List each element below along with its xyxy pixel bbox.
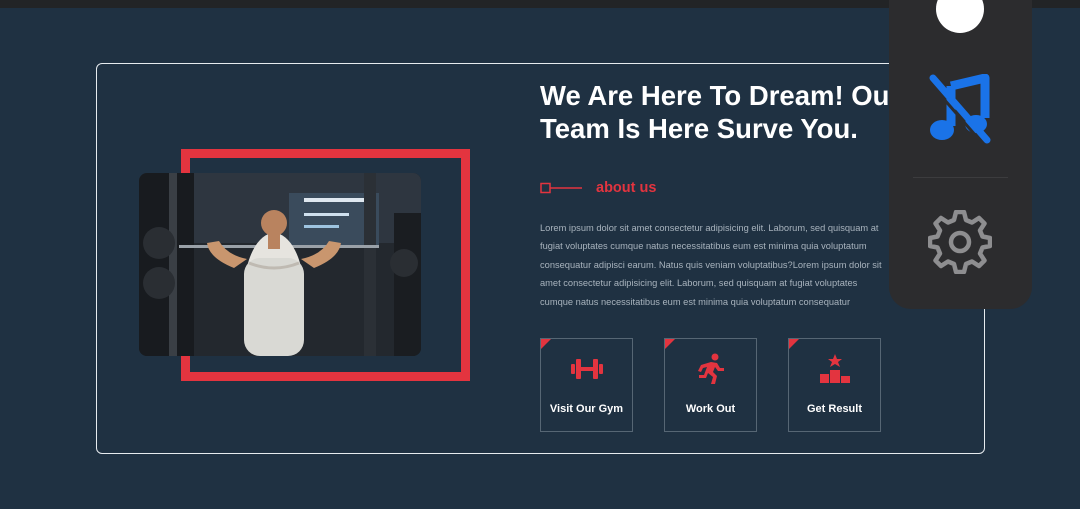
podium-icon — [820, 354, 850, 383]
gear-icon[interactable] — [928, 210, 992, 274]
running-person-icon — [698, 353, 724, 384]
panel-divider — [913, 177, 1008, 178]
about-paragraph: Lorem ipsum dolor sit amet consectetur a… — [540, 223, 882, 307]
page-title: We Are Here To Dream! Our Team Is Here S… — [540, 79, 900, 145]
title-line-2: Team Is Here Surve You. — [540, 113, 858, 144]
music-off-icon[interactable] — [927, 74, 993, 144]
feature-label: Get Result — [806, 403, 862, 415]
feature-label: Work Out — [685, 403, 736, 415]
about-us-label: about us — [596, 180, 657, 196]
floating-control-panel — [889, 0, 1032, 309]
line-decoration-icon — [540, 182, 582, 194]
corner-accent — [665, 339, 675, 349]
feature-card-visit-gym[interactable]: Visit Our Gym — [540, 338, 633, 432]
feature-card-get-result[interactable]: Get Result — [788, 338, 881, 432]
gym-photo — [139, 173, 421, 356]
dumbbell-icon — [571, 359, 603, 379]
title-line-1: We Are Here To Dream! Our — [540, 80, 900, 111]
corner-accent — [789, 339, 799, 349]
corner-accent — [541, 339, 551, 349]
feature-label: Visit Our Gym — [549, 403, 624, 415]
about-us-label-row: about us — [540, 178, 656, 198]
feature-card-work-out[interactable]: Work Out — [664, 338, 757, 432]
white-dot-button[interactable] — [936, 0, 984, 33]
